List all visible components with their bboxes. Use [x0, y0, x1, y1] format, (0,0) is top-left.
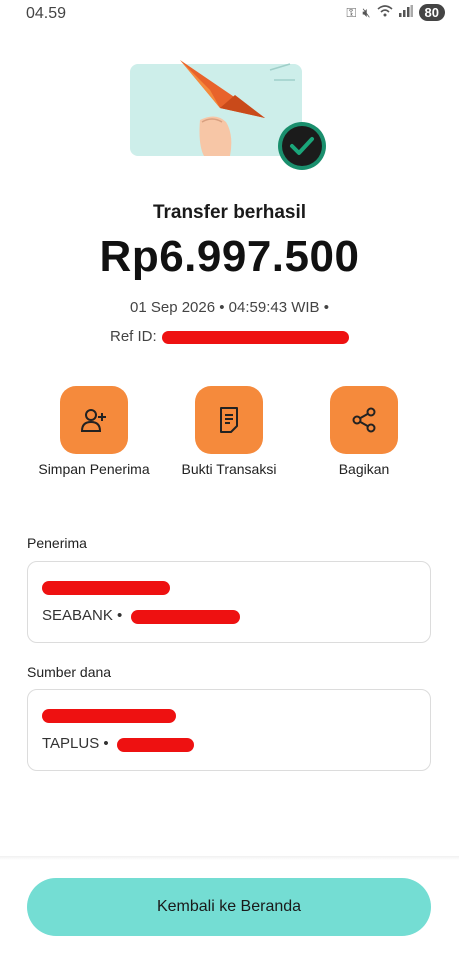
share-action[interactable]: Bagikan [304, 386, 424, 478]
source-account-redaction [117, 738, 194, 752]
save-recipient-action[interactable]: Simpan Penerima [34, 386, 154, 478]
source-name-redaction [42, 709, 176, 723]
battery-indicator: 80 [418, 4, 445, 21]
wifi-icon [377, 5, 393, 20]
ref-id-redaction [162, 331, 349, 344]
recipient-card: SEABANK • [27, 561, 431, 643]
receipt-button[interactable] [195, 386, 263, 454]
recipient-account-redaction [131, 610, 240, 624]
recipient-section-label: Penerima [27, 535, 87, 551]
share-icon [352, 407, 376, 433]
back-to-home-button[interactable]: Kembali ke Beranda [27, 878, 431, 936]
key-icon: ⚿ [346, 4, 357, 20]
status-bar: 04.59 ⚿ 🔇︎ 80 [0, 0, 459, 30]
share-label: Bagikan [338, 461, 390, 477]
status-time: 04.59 [26, 5, 67, 22]
save-recipient-button[interactable] [60, 386, 128, 454]
recipient-bank: SEABANK • [42, 607, 123, 624]
recipient-name-redaction [42, 581, 170, 595]
source-card: TAPLUS • [27, 689, 431, 771]
share-button[interactable] [330, 386, 398, 454]
mute-icon: 🔇︎ [362, 4, 371, 20]
ref-id-label: Ref ID: [110, 328, 157, 345]
status-icons: ⚿ 🔇︎ 80 [346, 4, 445, 21]
signal-icon [398, 5, 413, 20]
receipt-label: Bukti Transaksi [181, 461, 277, 477]
source-bank: TAPLUS • [42, 735, 109, 752]
page-title: Transfer berhasil [152, 202, 307, 223]
receipt-icon [220, 407, 238, 433]
save-recipient-label: Simpan Penerima [38, 461, 150, 477]
source-section-label: Sumber dana [27, 664, 112, 680]
transfer-datetime: 01 Sep 2026 • 04:59:43 WIB • [130, 299, 329, 316]
success-illustration [130, 50, 330, 172]
add-user-icon [80, 409, 106, 432]
transfer-amount: Rp6.997.500 [99, 232, 360, 281]
receipt-action[interactable]: Bukti Transaksi [169, 386, 289, 478]
footer-divider [0, 856, 459, 860]
success-check-icon [278, 122, 326, 170]
